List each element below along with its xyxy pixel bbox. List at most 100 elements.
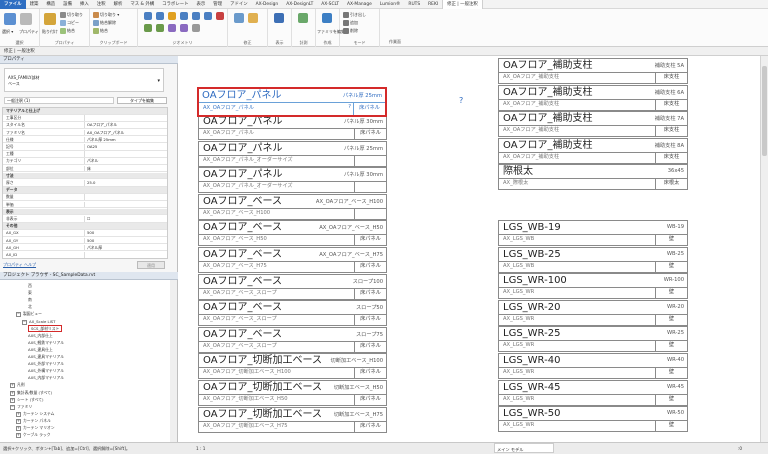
menu-item[interactable]: REKI	[424, 0, 442, 9]
browser-item[interactable]: 北	[28, 304, 32, 310]
expand-toggle-icon[interactable]: −	[16, 312, 21, 318]
property-row[interactable]: 非表示 ☐	[3, 216, 167, 223]
browser-item[interactable]: − 製図ビュー	[16, 311, 42, 318]
property-value[interactable]: OA25	[84, 144, 166, 150]
property-row[interactable]: 数量	[3, 194, 167, 201]
annotation-tag[interactable]: OAフロア_パネル パネル厚 25mm AX_OAフロア_パネル_オーダーサイズ	[198, 140, 387, 167]
annotation-tag[interactable]: LGS_WR-40 WR-40 AX_LGS_WR 壁	[498, 353, 688, 379]
add-leader-button[interactable]: 追加	[343, 20, 358, 26]
browser-item[interactable]: + 凡例	[10, 382, 25, 389]
property-value[interactable]: 500	[84, 237, 166, 244]
leader-button[interactable]: 引き出し	[343, 12, 366, 18]
menu-item[interactable]: 挿入	[76, 0, 93, 9]
edit-family-icon[interactable]	[322, 13, 332, 23]
annotation-tag[interactable]: OAフロア_補助支柱 補助支柱 5A AX_OAフロア_補助支柱 床支柱	[498, 58, 688, 84]
property-value[interactable]: OAフロア_パネル	[84, 122, 166, 129]
annotation-tag[interactable]: OAフロア_ベース スロープ75 AX_OAフロア_ベース_スロープ 床パネル	[198, 326, 387, 353]
browser-item[interactable]: + シート (すべて)	[10, 397, 44, 403]
select-dropdown[interactable]: 選択 ▾	[2, 29, 13, 35]
browser-item[interactable]: + 集計表/数量 (すべて)	[10, 390, 52, 396]
expand-toggle-icon[interactable]: −	[10, 404, 15, 410]
align-icon[interactable]	[144, 12, 152, 20]
menu-item[interactable]: 解析	[110, 0, 127, 9]
menu-item[interactable]: AX-DesignLT	[282, 0, 317, 9]
menu-item[interactable]: AX-Manage	[343, 0, 376, 9]
menu-item[interactable]: 修正 | 一般注釈	[442, 0, 483, 9]
menu-item[interactable]: 構造	[42, 0, 59, 9]
annotation-tag[interactable]: 際根太 36x45 AX_際根太 床根太	[498, 164, 688, 191]
property-row[interactable]: その他	[3, 223, 167, 230]
property-value[interactable]	[84, 201, 166, 208]
edit-type-button[interactable]: タイプを編集	[117, 97, 167, 104]
trim-icon[interactable]	[144, 24, 152, 32]
properties-button[interactable]: プロパティ	[19, 29, 39, 35]
menu-item[interactable]: 建築	[26, 0, 43, 9]
annotation-tag[interactable]: OAフロア_ベース スロープ50 AX_OAフロア_ベース_スロープ 床パネル	[198, 300, 387, 327]
expand-toggle-icon[interactable]: +	[16, 418, 21, 424]
menu-item[interactable]: マス & 外構	[126, 0, 158, 9]
property-value[interactable]: ☐	[84, 216, 166, 222]
geo-unjoin-button[interactable]: 結合解除	[93, 20, 116, 26]
scroll-thumb[interactable]	[762, 66, 767, 156]
browser-item[interactable]: AXS_軽鉄マテリアル	[28, 340, 64, 346]
property-value[interactable]	[84, 252, 166, 258]
annotation-tag[interactable]: LGS_WR-100 WR-100 AX_LGS_WR 壁	[498, 273, 688, 300]
browser-item[interactable]: + カーテン マリオン	[16, 425, 55, 431]
join-button[interactable]: 結合	[60, 28, 75, 34]
menu-item[interactable]: アドイン	[226, 0, 252, 9]
menu-item[interactable]: ファイル	[0, 0, 26, 9]
offset-icon[interactable]	[156, 12, 164, 20]
expand-toggle-icon[interactable]: +	[10, 397, 15, 403]
copy-element-icon[interactable]	[192, 12, 200, 20]
browser-item[interactable]: AXS_内部仕上	[28, 333, 53, 339]
canvas-scrollbar[interactable]	[760, 56, 768, 442]
delete-icon[interactable]	[216, 12, 224, 20]
property-value[interactable]: パネル	[84, 158, 166, 165]
create-group-icon[interactable]	[298, 13, 308, 23]
modify-arrow-icon[interactable]	[4, 13, 16, 25]
array-icon[interactable]	[168, 24, 176, 32]
browser-item[interactable]: + カーテン パネル	[16, 418, 51, 424]
type-selector[interactable]: AXS_FAMILY部材 ベース ▾	[4, 68, 164, 92]
annotation-tag[interactable]: OAフロア_ベース AX_OAフロア_ベース_H50 AX_OAフロア_ベース_H5…	[198, 220, 387, 247]
menu-item[interactable]: Lumion®	[376, 0, 405, 9]
property-row[interactable]: 表示	[3, 208, 167, 216]
annotation-tag[interactable]: LGS_WB-25 WB-25 AX_LGS_WB 壁	[498, 246, 688, 273]
annotation-tag[interactable]: LGS_WR-20 WR-20 AX_LGS_WR 壁	[498, 299, 688, 326]
property-row[interactable]: 部位 床	[3, 165, 167, 173]
measure-icon[interactable]	[274, 13, 284, 23]
paste-icon[interactable]	[44, 13, 56, 25]
apply-button[interactable]: 適用	[137, 261, 165, 269]
annotation-tag[interactable]: LGS_WR-45 WR-45 AX_LGS_WR 壁	[498, 379, 688, 406]
selected-tag[interactable]: OAフロア_パネル パネル厚 25mm AX_OAフロア_パネル ? 床パネル	[197, 87, 387, 117]
annotation-tag[interactable]: OAフロア_ベース AX_OAフロア_ベース_H100 AX_OAフロア_ベース_H…	[198, 193, 387, 220]
menu-item[interactable]: 注釈	[93, 0, 110, 9]
property-row[interactable]: 仕様 パネル厚 25mm	[3, 136, 167, 144]
property-row[interactable]: 記号 OA25	[3, 144, 167, 151]
active-model[interactable]: メイン モデル	[494, 443, 554, 453]
property-row[interactable]: データ	[3, 187, 167, 194]
browser-scrollbar[interactable]	[170, 280, 177, 442]
annotation-tag[interactable]: LGS_WB-19 WB-19 AX_LGS_WB 壁	[498, 220, 688, 246]
expand-toggle-icon[interactable]: +	[10, 390, 15, 396]
expand-toggle-icon[interactable]: +	[10, 383, 15, 389]
menu-item[interactable]: RUTS	[404, 0, 424, 9]
property-row[interactable]: AX_ID	[3, 252, 167, 258]
menu-item[interactable]: 表示	[193, 0, 210, 9]
property-row[interactable]: 寸法	[3, 172, 167, 180]
expand-toggle-icon[interactable]: +	[16, 433, 21, 439]
property-row[interactable]: ファミリ名 AX_OAフロア_パネル	[3, 129, 167, 137]
browser-item[interactable]: SCS_部材リスト	[28, 324, 63, 332]
browser-item[interactable]: + ケーブル ラック	[16, 432, 51, 439]
annotation-tag[interactable]: OAフロア_パネル パネル厚 30mm AX_OAフロア_パネル_オーダーサイズ	[198, 167, 387, 194]
browser-item[interactable]: 西	[28, 283, 32, 289]
property-row[interactable]: 厚さ 25.0	[3, 180, 167, 187]
annotation-tag[interactable]: OAフロア_切断加工ベース 切断加工ベース_H75 AX_OAフロア_切断加工ベース…	[198, 406, 387, 433]
property-value[interactable]: パネル厚	[84, 244, 166, 251]
property-value[interactable]	[84, 194, 166, 201]
annotation-tag[interactable]: OAフロア_補助支柱 補助支柱 6A AX_OAフロア_補助支柱 床支柱	[498, 84, 688, 111]
remove-leader-button[interactable]: 削除	[343, 28, 358, 34]
property-row[interactable]: スタイル名 OAフロア_パネル	[3, 122, 167, 129]
annotation-tag[interactable]: OAフロア_補助支柱 補助支柱 8A AX_OAフロア_補助支柱 床支柱	[498, 137, 688, 164]
property-row[interactable]: カテゴリ パネル	[3, 158, 167, 165]
